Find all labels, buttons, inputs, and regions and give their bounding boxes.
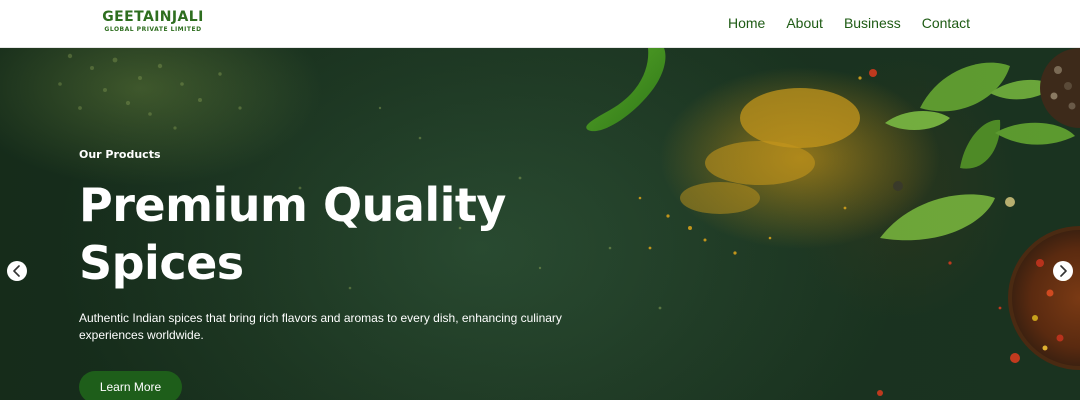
spice-bowl bbox=[1008, 226, 1080, 370]
nav-link-business[interactable]: Business bbox=[844, 14, 901, 32]
hero-title-line-1: Premium Quality bbox=[79, 178, 506, 232]
nav-link-contact[interactable]: Contact bbox=[922, 14, 970, 32]
nav-link-home[interactable]: Home bbox=[728, 14, 765, 32]
main-nav: Home About Business Contact bbox=[728, 14, 970, 32]
learn-more-button[interactable]: Learn More bbox=[79, 371, 182, 400]
hero-eyebrow: Our Products bbox=[79, 148, 161, 161]
brand-logo[interactable]: GEETAINJALI GLOBAL PRIVATE LIMITED bbox=[100, 9, 206, 35]
green-chili bbox=[586, 48, 666, 132]
brand-tagline: GLOBAL PRIVATE LIMITED bbox=[104, 26, 202, 33]
turmeric-powder bbox=[638, 76, 862, 255]
chevron-left-icon bbox=[13, 265, 20, 277]
brand-name: GEETAINJALI bbox=[102, 9, 204, 25]
hero-carousel: Our Products Premium Quality Spices Auth… bbox=[0, 48, 1080, 400]
nav-link-about[interactable]: About bbox=[786, 14, 823, 32]
hero-title-line-2: Spices bbox=[79, 236, 244, 290]
hero-title: Premium Quality Spices bbox=[79, 176, 549, 292]
site-header: GEETAINJALI GLOBAL PRIVATE LIMITED Home … bbox=[0, 0, 1080, 48]
carousel-next-button[interactable] bbox=[1053, 261, 1073, 281]
chevron-right-icon bbox=[1060, 265, 1067, 277]
carousel-prev-button[interactable] bbox=[7, 261, 27, 281]
peppercorn-bowl bbox=[1040, 48, 1080, 128]
hero-description: Authentic Indian spices that bring rich … bbox=[79, 311, 562, 342]
